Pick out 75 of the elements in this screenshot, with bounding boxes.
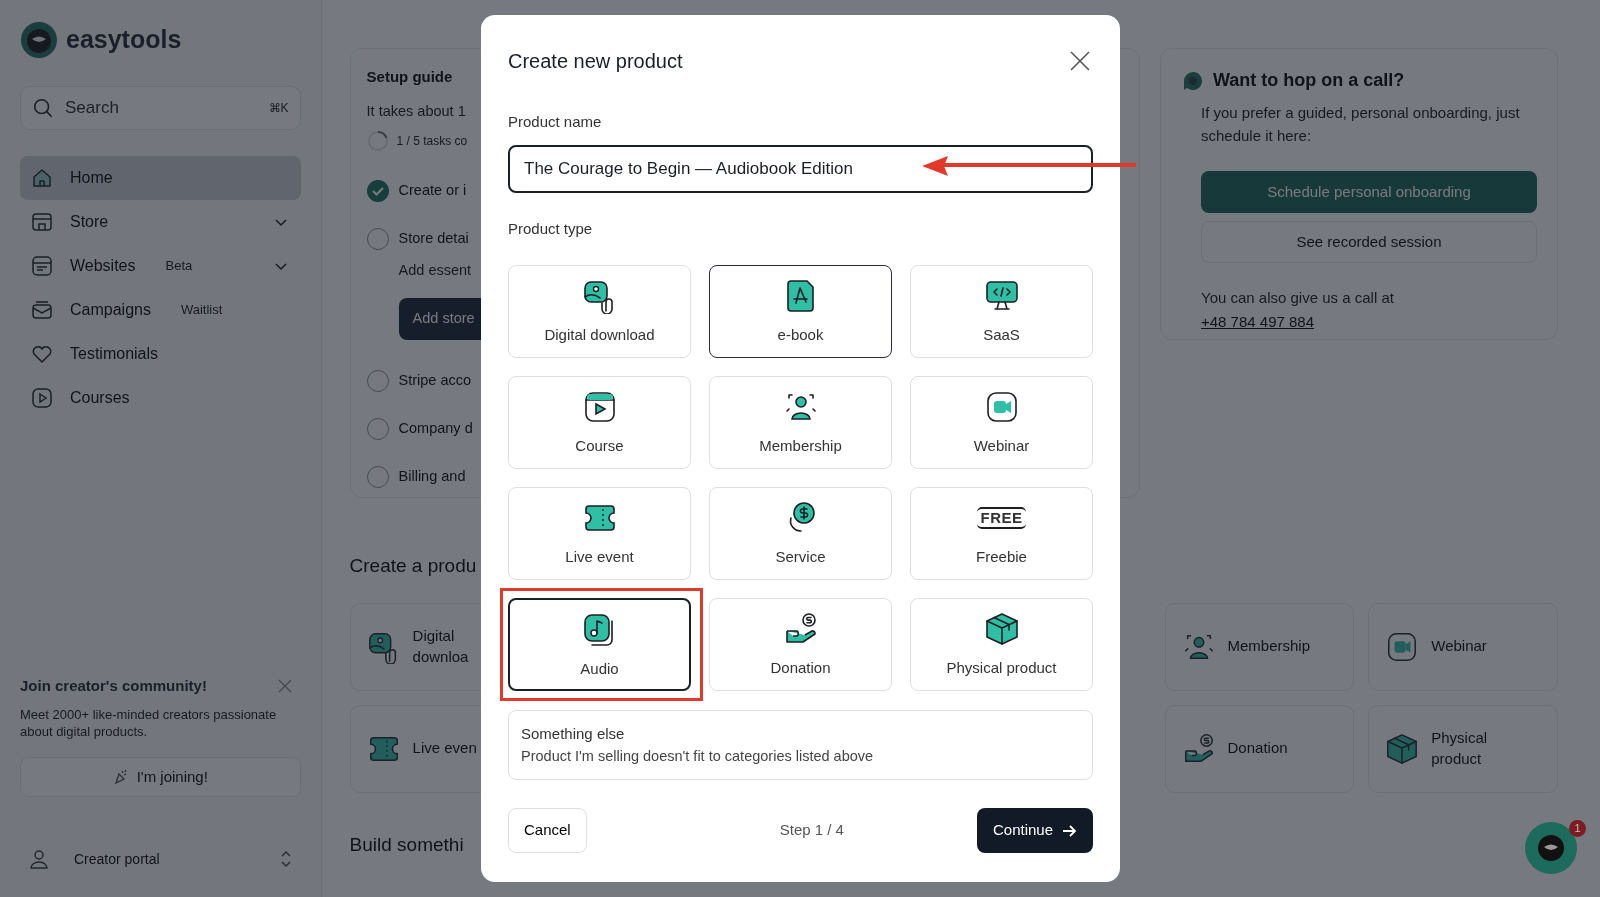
field-label: Product name	[508, 112, 603, 132]
product-type-option[interactable]: Audio	[508, 598, 691, 691]
box-icon	[983, 611, 1020, 647]
something-else-option[interactable]: Something else Product I'm selling doesn't fit to categories listed above	[508, 710, 1093, 780]
nav-item[interactable]: Websites Beta	[20, 244, 301, 288]
search-icon	[32, 97, 54, 119]
task-title: Company d	[398, 419, 473, 439]
phone-text: You can also give us a call at	[1201, 288, 1395, 308]
product-card[interactable]: Donation	[1164, 704, 1355, 793]
section-title: Create a produ	[349, 554, 477, 578]
close-icon	[1069, 50, 1091, 72]
task-description: Add essent	[398, 261, 472, 281]
chat-button[interactable]	[1525, 822, 1577, 874]
close-icon	[276, 677, 293, 694]
product-type-option[interactable]: Physical product	[910, 598, 1093, 691]
field-label: Product type	[508, 219, 594, 239]
nav-tag: Beta	[165, 256, 193, 276]
recorded-session-button[interactable]: See recorded session	[1201, 221, 1537, 263]
dialog-title: Create new product	[508, 49, 683, 74]
arrow-right-icon	[1061, 822, 1077, 839]
shortcut-hint: ⌘K	[268, 100, 289, 117]
progress-text: 1 / 5 tasks co	[396, 133, 468, 151]
community-text: Meet 2000+ like-minded creators passionate about digital products.	[20, 705, 278, 741]
product-type-option[interactable]: Membership	[709, 376, 892, 469]
close-button[interactable]	[1069, 49, 1093, 73]
logo-icon	[1536, 833, 1566, 863]
card-text: If you prefer a guided, personal onboarding, just schedule it here:	[1201, 103, 1521, 146]
cancel-button[interactable]: Cancel	[508, 808, 587, 853]
step-indicator: Step 1 / 4	[779, 820, 844, 841]
nav-item[interactable]: Courses	[20, 376, 301, 420]
nav-item[interactable]: Campaigns Waitlist	[20, 288, 301, 332]
product-card[interactable]: Physical product	[1368, 704, 1558, 793]
task-title: Create or i	[398, 181, 467, 201]
card-title: Want to hop on a call?	[1213, 69, 1405, 92]
box-icon	[1385, 731, 1420, 766]
up-down-icon	[278, 850, 293, 868]
join-button[interactable]: I'm joining!	[20, 757, 301, 797]
nav-item[interactable]: Home	[20, 156, 301, 200]
product-card[interactable]: Membership	[1164, 602, 1355, 691]
product-type-option[interactable]: Live event	[508, 487, 691, 580]
logo-icon	[20, 21, 58, 59]
phone-link[interactable]: +48 784 497 884	[1201, 312, 1315, 330]
product-type-option[interactable]: Donation	[709, 598, 892, 691]
user-icon	[28, 848, 50, 870]
community-title: Join creator's community!	[20, 675, 207, 696]
product-name-field[interactable]: The Courage to Begin — Audiobook Edition	[508, 145, 1093, 193]
product-type-option[interactable]: e-book	[709, 265, 892, 358]
browser-icon	[30, 254, 54, 278]
product-type-option[interactable]: Webinar	[910, 376, 1093, 469]
nav-tag: Waitlist	[180, 300, 223, 320]
task-title: Stripe acco	[398, 371, 472, 391]
product-type-option[interactable]: FREE Freebie	[910, 487, 1093, 580]
mail-icon	[30, 298, 54, 322]
product-type-option[interactable]: SaaS	[910, 265, 1093, 358]
product-card[interactable]: Webinar	[1368, 602, 1558, 691]
nav-item[interactable]: Store	[20, 200, 301, 244]
section-title: Build somethi	[349, 832, 464, 857]
schedule-button[interactable]: Schedule personal onboarding	[1201, 171, 1537, 213]
play-icon	[30, 386, 54, 410]
notification-badge: 1	[1569, 820, 1586, 837]
nav-item[interactable]: Testimonials	[20, 332, 301, 376]
product-type-option[interactable]: Digital download	[508, 265, 691, 358]
icon-label: FREE	[977, 507, 1026, 529]
store-icon	[30, 210, 54, 234]
product-type-option[interactable]: Course	[508, 376, 691, 469]
card-title: Setup guide	[366, 67, 453, 87]
progress-ring-icon	[366, 130, 389, 153]
card-subtitle: It takes about 1	[366, 101, 466, 121]
logo-text: easytools	[66, 24, 182, 56]
task-title: Store detai	[398, 229, 469, 249]
continue-button[interactable]: Continue	[976, 808, 1093, 853]
task-title: Billing and	[398, 467, 466, 487]
party-icon	[112, 769, 129, 785]
product-type-option[interactable]: Service	[709, 487, 892, 580]
creator-portal-switcher[interactable]: Creator portal	[20, 841, 301, 877]
